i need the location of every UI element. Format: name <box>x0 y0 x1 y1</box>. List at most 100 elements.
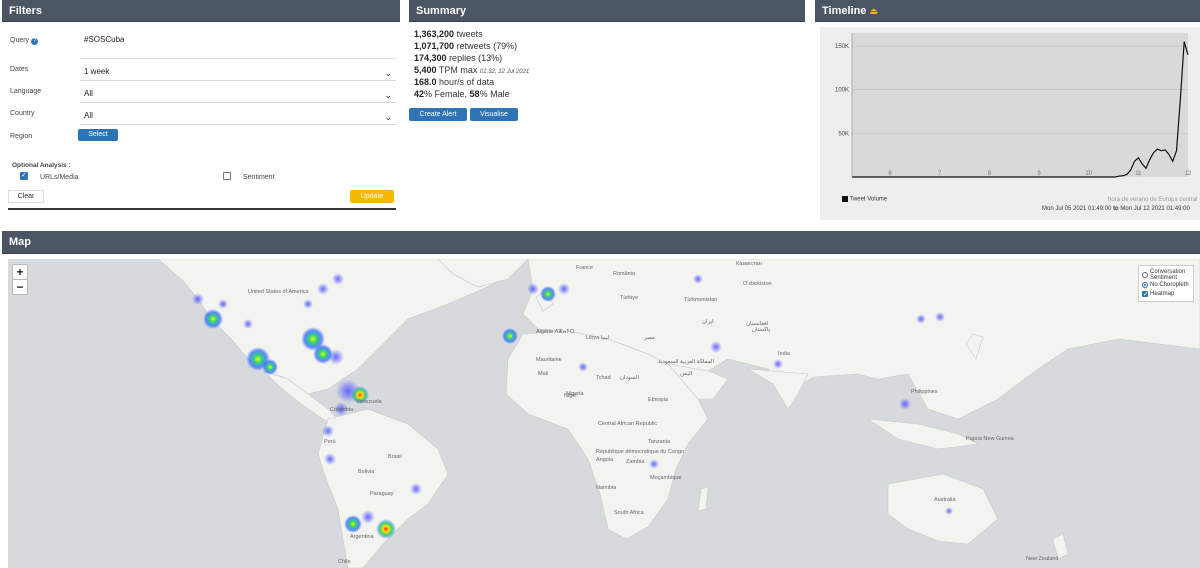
optional-analysis-label: Optional Analysis : <box>12 162 71 169</box>
region-label: Region <box>10 133 33 140</box>
stat-tpm: 5,400 TPM max 01:32, 12 Jul 2021 <box>414 65 530 75</box>
map-country-label: Philippines <box>911 389 938 395</box>
map-country-label: المملكة العربية السعودية <box>658 359 714 365</box>
sentiment-checkbox[interactable] <box>223 172 231 180</box>
map-country-label: Perú <box>324 439 336 445</box>
south-america <box>317 408 449 568</box>
query-field[interactable]: #SOSCuba <box>80 33 396 59</box>
layer-option[interactable]: No Choropleth <box>1142 282 1190 288</box>
map-country-label: Colombia <box>330 407 354 413</box>
stat-hours: 168.0 hour/s of data <box>414 77 495 87</box>
india <box>747 368 809 410</box>
map-country-label: Brasil <box>388 454 402 460</box>
y-tick-label: 50K <box>838 131 849 137</box>
filters-panel: Filters Query ? #SOSCuba Dates 1 week ⌄ L… <box>2 0 400 212</box>
legend-swatch <box>842 196 848 202</box>
stat-gender: 42% Female, 58% Male <box>414 89 510 99</box>
divider <box>8 208 396 210</box>
dates-select[interactable]: 1 week ⌄ <box>80 63 396 81</box>
chevron-down-icon: ⌄ <box>384 68 392 78</box>
map-country-label: Bolivia <box>358 469 375 475</box>
landmasses <box>157 259 1200 568</box>
map-country-label: Venezuela <box>356 399 382 405</box>
map-country-label: Türkiye <box>620 295 639 301</box>
world-map[interactable] <box>8 259 1200 568</box>
map-country-label: ایران <box>702 319 714 325</box>
country-select[interactable]: All ⌄ <box>80 107 396 125</box>
date-range: Mon Jul 05 2021 01:49:00 to Mon Jul 12 2… <box>1042 206 1190 212</box>
map-canvas[interactable]: United States of America France România Каз… <box>8 259 1200 568</box>
map-country-label: Mauritanie <box>536 357 562 363</box>
layer-option-label: No Choropleth <box>1150 282 1189 288</box>
map-country-label: France <box>576 265 594 271</box>
timeline-panel: Timeline ⏏ 50K100K150K6789101112 Tweet V… <box>815 0 1200 222</box>
y-tick-label: 100K <box>835 88 849 94</box>
map-country-label: Nigeria <box>566 391 584 397</box>
create-alert-button[interactable]: Create Alert <box>409 108 467 121</box>
layer-option-label: Conversation Sentiment <box>1150 269 1186 281</box>
map-country-label: Argentina <box>350 534 374 540</box>
download-icon[interactable]: ⏏ <box>870 6 879 16</box>
map-country-label: Tchad <box>596 375 611 381</box>
map-country-label: Paraguay <box>370 491 394 497</box>
map-country-label: Namibia <box>596 485 617 491</box>
heatmap-label: Heatmap <box>1150 291 1175 297</box>
heatmap-checkbox[interactable] <box>1142 290 1149 298</box>
map-title: Map <box>2 231 1200 254</box>
map-country-label: O'zbekiston <box>743 281 772 287</box>
no-choropleth-radio[interactable] <box>1142 282 1148 288</box>
x-tick-label: 11 <box>1135 171 1142 177</box>
australia <box>887 473 999 545</box>
chevron-down-icon: ⌄ <box>384 112 392 122</box>
urls-media-label: URLs/Media <box>40 174 79 181</box>
stat-tweets: 1,363,200 tweets <box>414 29 483 39</box>
zoom-in-button[interactable]: + <box>12 264 28 280</box>
region-select-button[interactable]: Select <box>78 129 118 141</box>
map-country-label: Chile <box>338 559 351 565</box>
map-country-label: پاکستان <box>752 327 771 333</box>
heatmap-option[interactable]: Heatmap <box>1142 290 1190 298</box>
map-country-label: République démocratique du Congo <box>596 449 685 455</box>
zoom-out-button[interactable]: − <box>12 279 28 295</box>
map-country-label: India <box>778 351 790 357</box>
map-country-label: Mali <box>538 371 549 377</box>
update-button[interactable]: Update <box>350 190 394 203</box>
chevron-down-icon: ⌄ <box>384 90 392 100</box>
map-country-label: Ethiopia <box>648 397 668 403</box>
map-country-label: Türkmenistan <box>684 297 718 303</box>
map-country-label: Libya ليبيا <box>586 335 610 341</box>
map-country-label: South Africa <box>614 510 644 516</box>
map-country-label: مصر <box>644 335 655 341</box>
urls-media-checkbox[interactable] <box>20 171 28 180</box>
y-tick-label: 150K <box>835 44 849 50</box>
language-label: Language <box>10 88 42 95</box>
filters-title: Filters <box>2 0 400 22</box>
map-country-label: Papua New Guinea <box>966 436 1014 442</box>
query-label: Query ? <box>10 37 39 45</box>
map-country-label: Казахстан <box>736 261 762 267</box>
layer-option[interactable]: Conversation Sentiment <box>1142 269 1190 281</box>
language-select[interactable]: All ⌄ <box>80 85 396 103</box>
map-country-label: România <box>613 271 636 277</box>
map-country-label: Algérie ⴷⵣⴰⵢⵔ <box>536 329 575 335</box>
summary-stats: 1,363,200 tweets 1,071,700 retweets (79%… <box>414 28 529 100</box>
map-country-label: السودان <box>620 375 639 381</box>
dates-label: Dates <box>10 66 29 73</box>
conversation-sentiment-radio[interactable] <box>1142 272 1148 278</box>
map-country-label: Central African Republic <box>598 421 658 427</box>
map-panel: Map United States of America France Româ… <box>2 231 1200 568</box>
plot-background <box>852 33 1188 177</box>
map-country-label: اليمن <box>680 371 693 377</box>
stat-replies: 174,300 replies (13%) <box>414 53 503 63</box>
help-icon[interactable]: ? <box>31 38 39 45</box>
map-layer-control: Conversation Sentiment No Choropleth Hea… <box>1138 265 1194 302</box>
timeline-chart-area: 50K100K150K6789101112 Tweet Volume hora … <box>820 27 1200 220</box>
visualise-button[interactable]: Visualise <box>470 108 518 121</box>
stat-retweets: 1,071,700 retweets (79%) <box>414 41 518 51</box>
x-tick-label: 12 <box>1185 171 1192 177</box>
chart-legend: Tweet Volume <box>842 196 887 203</box>
summary-title: Summary <box>409 0 805 22</box>
southeast-asia-islands <box>867 418 980 450</box>
map-country-label: Zambia <box>626 459 645 465</box>
clear-button[interactable]: Clear <box>8 190 44 203</box>
